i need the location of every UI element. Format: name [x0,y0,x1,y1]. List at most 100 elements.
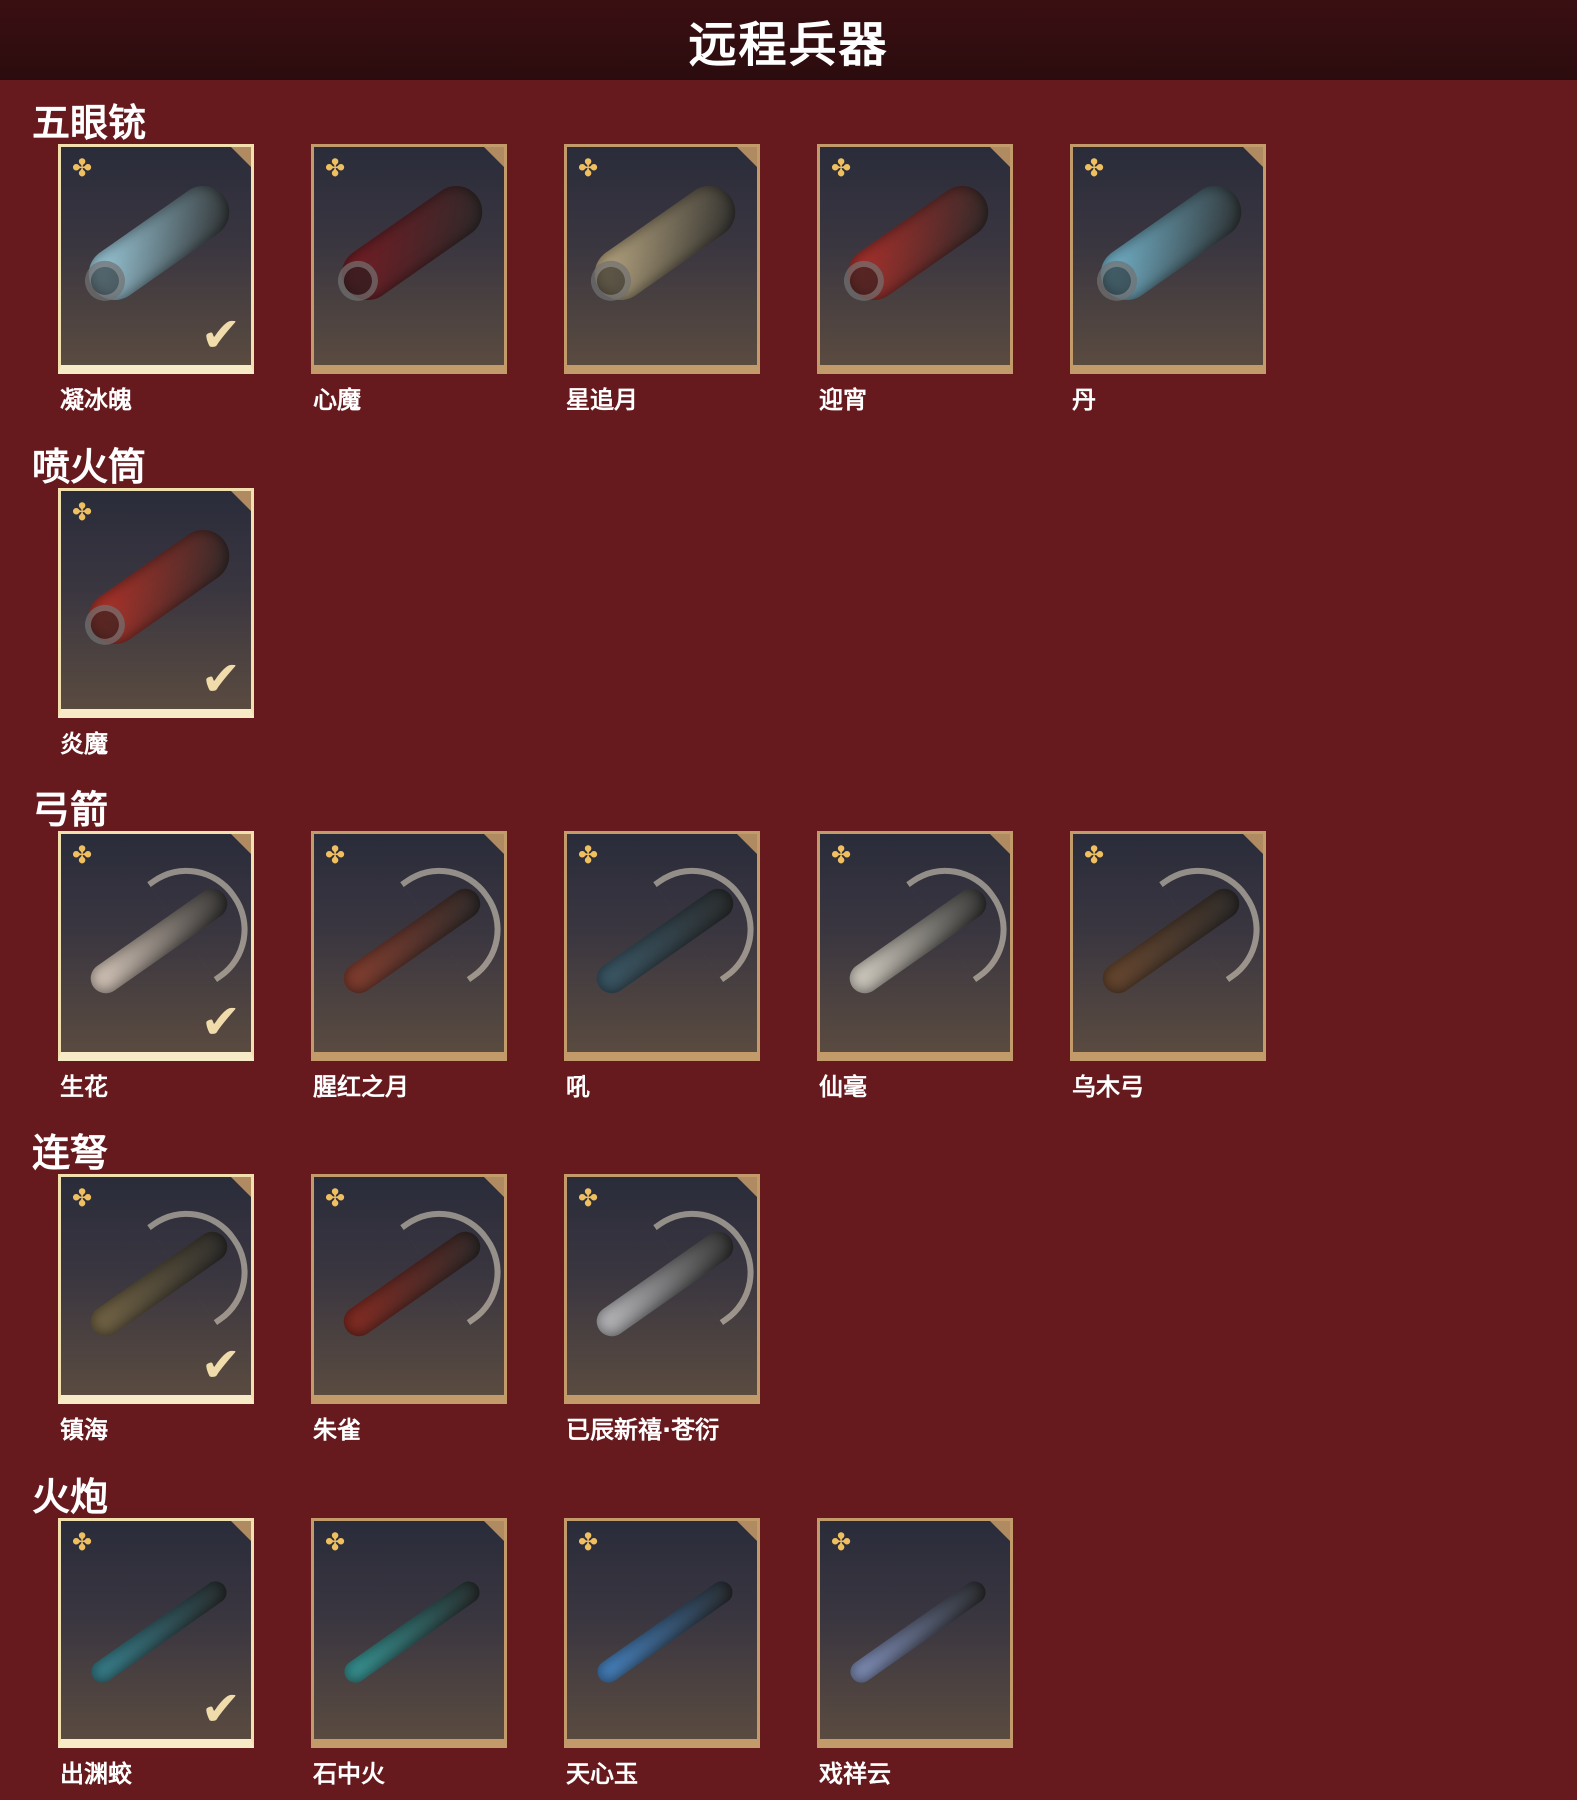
weapon-name: 心魔 [313,386,361,414]
weapon-card[interactable]: ✤✔ 朱雀 [311,1174,507,1445]
weapon-tile[interactable]: ✤✔ [1070,144,1266,374]
weapon-category-section: 火炮✤✔出渊蛟✤✔石中火✤✔天心玉✤✔戏祥云 [0,1460,1577,1790]
weapon-image [837,175,999,311]
title-bar: 远程兵器 [0,0,1577,80]
corner-tab-icon [484,1177,504,1197]
weapon-card[interactable]: ✤✔ 已辰新禧·苍衍 [564,1174,760,1445]
weapon-category-section: 五眼铳✤✔凝冰魄✤✔心魔✤✔星追月✤✔迎宵✤✔丹 [0,86,1577,416]
weapon-image [593,1577,737,1687]
weapon-tile[interactable]: ✤✔ [58,831,254,1061]
weapon-card[interactable]: ✤✔ 丹 [1070,144,1266,415]
weapon-tile[interactable]: ✤✔ [564,1518,760,1748]
weapon-card[interactable]: ✤✔ 迎宵 [817,144,1013,415]
weapon-tile[interactable]: ✤✔ [58,1518,254,1748]
flower-icon: ✤ [830,841,852,869]
weapon-name: 戏祥云 [819,1760,891,1788]
corner-tab-icon [1243,147,1263,167]
weapon-name: 出渊蛟 [60,1760,132,1788]
weapon-tile[interactable]: ✤✔ [58,488,254,718]
corner-tab-icon [484,147,504,167]
flower-icon: ✤ [324,154,346,182]
weapon-card[interactable]: ✤✔ 星追月 [564,144,760,415]
weapon-card[interactable]: ✤ ✔ 出渊蛟 [58,1518,254,1789]
page-title: 远程兵器 [688,17,889,73]
flower-icon: ✤ [830,1528,852,1556]
weapon-card[interactable]: ✤✔ 石中火 [311,1518,507,1789]
weapon-image [843,882,993,1000]
weapon-name: 镇海 [60,1416,108,1444]
corner-tab-icon [484,1521,504,1541]
weapon-tile[interactable]: ✤✔ [817,831,1013,1061]
weapon-card[interactable]: ✤✔ 吼 [564,831,760,1102]
weapon-tile[interactable]: ✤✔ [564,1174,760,1404]
weapon-image [590,882,740,1000]
flower-icon: ✤ [71,1528,93,1556]
corner-tab-icon [484,834,504,854]
weapon-name: 炎魔 [60,730,108,758]
corner-tab-icon [231,491,251,511]
corner-tab-icon [231,147,251,167]
corner-tab-icon [990,834,1010,854]
flower-icon: ✤ [577,1528,599,1556]
weapon-tile[interactable]: ✤✔ [58,144,254,374]
weapon-card[interactable]: ✤ ✔ 炎魔 [58,488,254,759]
corner-tab-icon [231,834,251,854]
weapon-category-section: 连弩✤✔镇海✤✔朱雀✤✔已辰新禧·苍衍 [0,1116,1577,1446]
weapon-category-section: 喷火筒 ✤ ✔ 炎魔 [0,430,1577,760]
weapon-image [846,1577,990,1687]
flower-icon: ✤ [324,1184,346,1212]
flower-icon: ✤ [577,841,599,869]
weapon-card[interactable]: ✤ ✔ 生花 [58,831,254,1102]
weapon-card[interactable]: ✤ ✔ 镇海 [58,1174,254,1445]
weapon-image [78,519,240,655]
weapon-image [590,1225,740,1343]
weapon-tile[interactable]: ✤✔ [311,144,507,374]
category-title: 连弩 [32,1131,109,1175]
weapon-name: 丹 [1072,386,1096,414]
corner-tab-icon [231,1521,251,1541]
weapon-image [337,1225,487,1343]
weapon-image [1090,175,1252,311]
weapon-name: 腥红之月 [313,1073,409,1101]
flower-icon: ✤ [71,154,93,182]
checkmark-icon: ✔ [200,651,241,707]
weapon-image [78,175,240,311]
category-title: 弓箭 [32,788,109,832]
weapon-card[interactable]: ✤✔ 心魔 [311,144,507,415]
weapon-card[interactable]: ✤✔ 戏祥云 [817,1518,1013,1789]
flower-icon: ✤ [1083,154,1105,182]
corner-tab-icon [737,147,757,167]
checkmark-icon: ✔ [200,994,241,1050]
weapon-category-section: 弓箭✤✔生花✤✔腥红之月✤✔吼✤✔仙毫✤✔乌木弓 [0,773,1577,1103]
weapon-name: 天心玉 [566,1760,638,1788]
checkmark-icon: ✔ [200,307,241,363]
weapon-card[interactable]: ✤✔ 仙毫 [817,831,1013,1102]
weapon-tile[interactable]: ✤✔ [58,1174,254,1404]
weapon-tile[interactable]: ✤✔ [1070,831,1266,1061]
weapon-image [584,175,746,311]
weapon-tile[interactable]: ✤✔ [311,1174,507,1404]
weapon-card[interactable]: ✤✔ 乌木弓 [1070,831,1266,1102]
corner-tab-icon [737,1521,757,1541]
weapon-tile[interactable]: ✤✔ [564,831,760,1061]
weapon-tile[interactable]: ✤✔ [564,144,760,374]
weapon-tile[interactable]: ✤✔ [311,1518,507,1748]
weapon-tile[interactable]: ✤✔ [817,144,1013,374]
flower-icon: ✤ [577,1184,599,1212]
weapon-image [87,1577,231,1687]
weapon-card[interactable]: ✤✔ 腥红之月 [311,831,507,1102]
weapon-name: 生花 [60,1073,108,1101]
weapon-image [84,882,234,1000]
flower-icon: ✤ [71,498,93,526]
flower-icon: ✤ [324,841,346,869]
weapon-image [1096,882,1246,1000]
weapon-image [340,1577,484,1687]
weapon-card[interactable]: ✤✔ 天心玉 [564,1518,760,1789]
weapon-card[interactable]: ✤ ✔ 凝冰魄 [58,144,254,415]
weapon-tile[interactable]: ✤✔ [817,1518,1013,1748]
weapon-tile[interactable]: ✤✔ [311,831,507,1061]
flower-icon: ✤ [324,1528,346,1556]
corner-tab-icon [737,1177,757,1197]
weapon-name: 迎宵 [819,386,867,414]
flower-icon: ✤ [1083,841,1105,869]
